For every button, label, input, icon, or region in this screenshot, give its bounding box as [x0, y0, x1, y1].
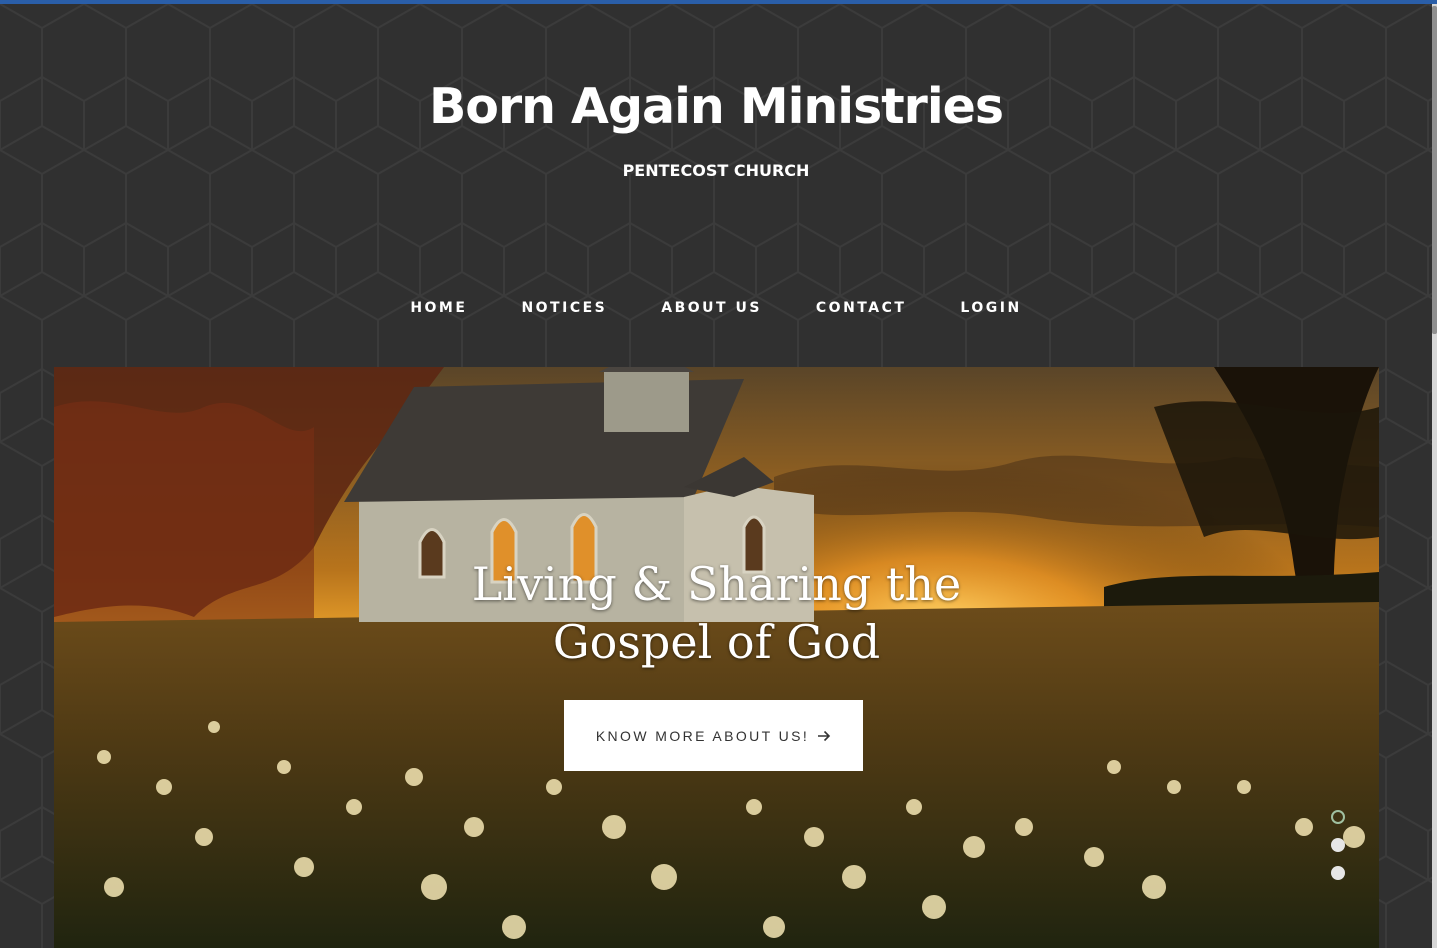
know-more-button[interactable]: KNOW MORE ABOUT US!	[564, 700, 863, 771]
page: Born Again Ministries PENTECOST CHURCH H…	[0, 0, 1437, 948]
nav-item-about-us[interactable]: ABOUT US	[661, 300, 762, 316]
site-title: Born Again Ministries	[428, 78, 1004, 135]
nav-item-notices[interactable]: NOTICES	[521, 300, 607, 316]
site-tagline: PENTECOST CHURCH	[622, 161, 810, 180]
slider-dot-2[interactable]	[1331, 838, 1345, 852]
nav-item-home[interactable]: HOME	[410, 300, 467, 316]
know-more-button-label: KNOW MORE ABOUT US!	[595, 727, 810, 744]
nav-item-login[interactable]: LOGIN	[960, 300, 1021, 316]
slider-dot-3[interactable]	[1331, 866, 1345, 880]
hero-headline-line-1: Living & Sharing the	[471, 557, 962, 611]
slider-pagination	[1331, 810, 1345, 894]
slider-dot-1[interactable]	[1331, 810, 1345, 824]
scrollbar-thumb[interactable]	[1432, 6, 1437, 334]
hero-slider: Living & Sharing the Gospel of God KNOW …	[54, 367, 1379, 948]
arrow-right-icon	[818, 730, 831, 741]
main-nav: HOME NOTICES ABOUT US CONTACT LOGIN	[0, 300, 1432, 316]
hero-headline-line-2: Gospel of God	[552, 615, 881, 669]
nav-item-contact[interactable]: CONTACT	[816, 300, 907, 316]
hero-headline: Living & Sharing the Gospel of God	[54, 555, 1379, 671]
